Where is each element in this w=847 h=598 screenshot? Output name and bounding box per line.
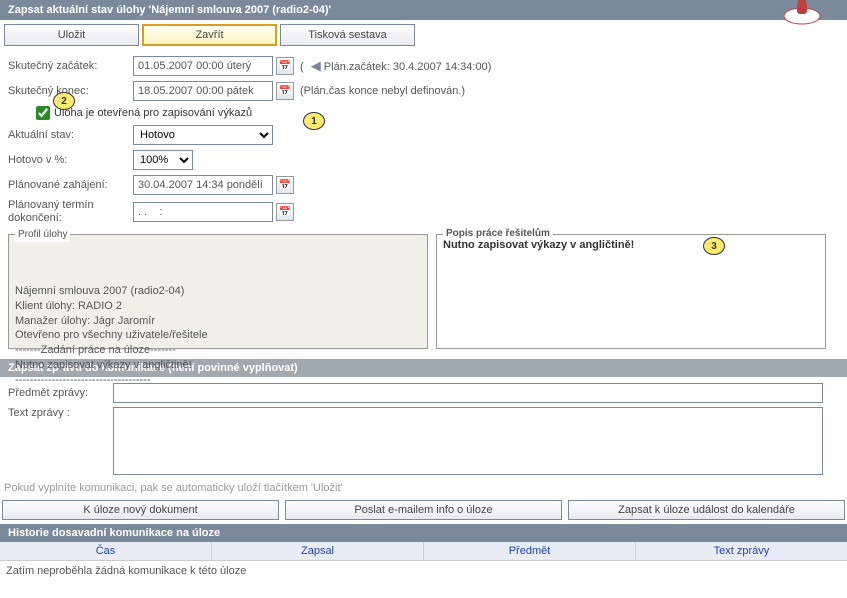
new-document-button[interactable]: K úloze nový dokument [2, 500, 279, 520]
top-button-row: Uložit Zavřít Tisková sestava [0, 20, 847, 50]
status-select[interactable]: Hotovo [133, 125, 273, 145]
send-email-button[interactable]: Poslat e-mailem info o úloze [285, 500, 562, 520]
planned-start-input[interactable] [133, 175, 273, 195]
status-label: Aktuální stav: [8, 129, 133, 141]
comm-hint: Pokud vyplníte komunikaci, pak se automa… [0, 480, 847, 496]
fieldsets-row: Profil úlohy Nájemní smlouva 2007 (radio… [0, 230, 847, 353]
history-empty: Zatím neproběhla žádná komunikace k této… [0, 561, 847, 581]
callout-3: 3 [703, 237, 725, 255]
calendar-icon[interactable]: 📅 [276, 82, 294, 100]
open-for-reports-label: Úloha je otevřená pro zapisování výkazů [54, 107, 252, 119]
actual-start-label: Skutečný začátek: [8, 60, 133, 72]
window-title-bar: Zapsat aktuální stav úlohy 'Nájemní smlo… [0, 0, 847, 20]
description-legend: Popis práce řešitelům [443, 228, 553, 239]
calendar-event-button[interactable]: Zapsat k úloze událost do kalendáře [568, 500, 845, 520]
callout-1: 1 [303, 112, 325, 130]
stamp-icon [777, 0, 827, 28]
report-button[interactable]: Tisková sestava [280, 24, 415, 46]
description-fieldset: Popis práce řešitelům Nutno zapisovat vý… [436, 234, 826, 349]
calendar-icon[interactable]: 📅 [276, 57, 294, 75]
profile-text: Nájemní smlouva 2007 (radio2-04) Klient … [15, 284, 421, 388]
planned-start-label: Plánované zahájení: [8, 179, 133, 191]
calendar-icon[interactable]: 📅 [276, 203, 294, 221]
calendar-icon[interactable]: 📅 [276, 176, 294, 194]
profile-legend: Profil úlohy [15, 228, 70, 242]
window-title: Zapsat aktuální stav úlohy 'Nájemní smlo… [8, 4, 331, 16]
description-text: Nutno zapisovat výkazy v angličtině! [443, 239, 819, 251]
col-subject[interactable]: Předmět [424, 542, 636, 560]
history-title: Historie dosavadní komunikace na úloze [0, 524, 847, 542]
planned-end-label: Plánovaný termín dokončení: [8, 199, 133, 225]
actual-start-input[interactable] [133, 56, 273, 76]
form-area: Skutečný začátek: 📅 ( ◀ Plán.začátek: 30… [0, 50, 847, 230]
callout-2: 2 [53, 92, 75, 110]
message-textarea[interactable] [113, 407, 823, 475]
done-pct-select[interactable]: 100% [133, 150, 193, 170]
col-author[interactable]: Zapsal [212, 542, 424, 560]
col-text[interactable]: Text zprávy [636, 542, 847, 560]
done-pct-label: Hotovo v %: [8, 154, 133, 166]
action-row: K úloze nový dokument Poslat e-mailem in… [0, 496, 847, 524]
actual-end-input[interactable] [133, 81, 273, 101]
planned-end-input[interactable] [133, 202, 273, 222]
open-for-reports-checkbox[interactable] [36, 106, 50, 120]
col-time[interactable]: Čas [0, 542, 212, 560]
profile-fieldset: Profil úlohy Nájemní smlouva 2007 (radio… [8, 234, 428, 349]
close-button[interactable]: Zavřít [142, 24, 277, 46]
actual-end-side: (Plán.čas konce nebyl definován.) [300, 85, 465, 97]
history-table-header: Čas Zapsal Předmět Text zprávy [0, 542, 847, 561]
actual-start-side: ( ◀ Plán.začátek: 30.4.2007 14:34:00) [300, 58, 491, 74]
save-button[interactable]: Uložit [4, 24, 139, 46]
